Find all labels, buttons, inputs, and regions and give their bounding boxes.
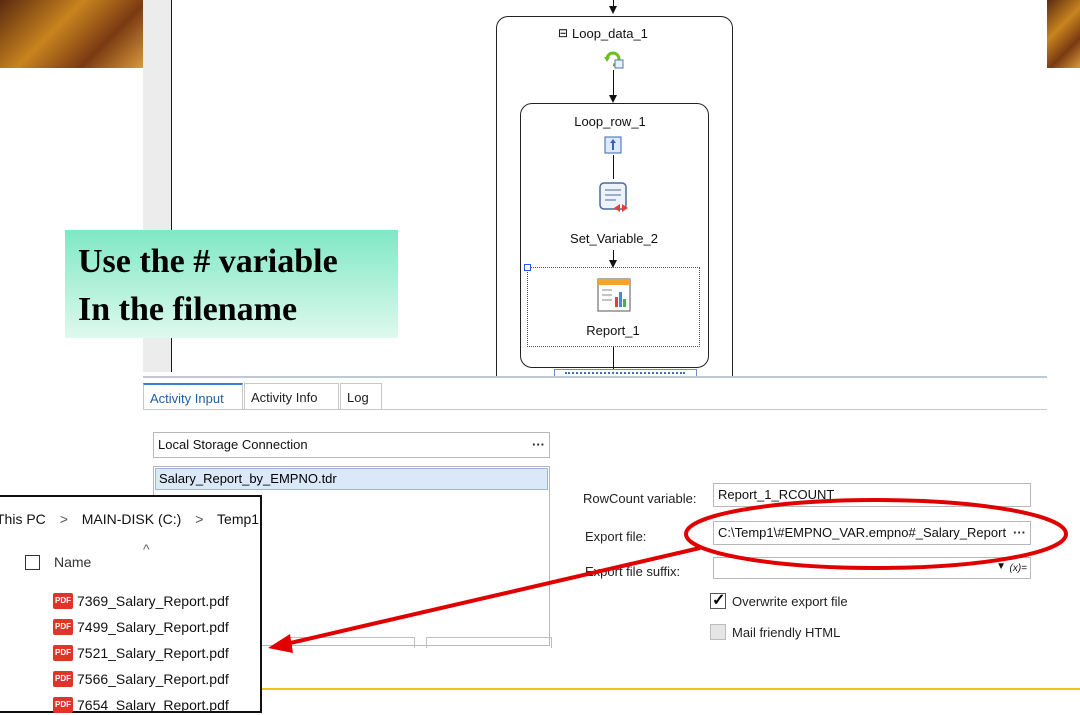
- overwrite-label: Overwrite export file: [732, 594, 848, 609]
- export-file-browse-button[interactable]: ···: [1011, 522, 1026, 544]
- pdf-icon: PDF: [53, 645, 73, 661]
- fx-button[interactable]: (x)=: [1010, 558, 1028, 578]
- export-file-value: C:\Temp1\#EMPNO_VAR.empno#_Salary_Report: [718, 525, 1007, 540]
- connection-browse-button[interactable]: ···: [532, 433, 545, 457]
- export-suffix-select[interactable]: ▼ (x)=: [713, 557, 1031, 579]
- selection-handle[interactable]: [524, 264, 531, 271]
- rowcount-label: RowCount variable:: [583, 491, 697, 506]
- tab-baseline: [143, 409, 1047, 410]
- pdf-icon: PDF: [53, 593, 73, 609]
- file-name: 7499_Salary_Report.pdf: [77, 619, 229, 635]
- file-row[interactable]: PDF 7566_Salary_Report.pdf: [53, 669, 229, 689]
- mail-friendly-label: Mail friendly HTML: [732, 625, 841, 640]
- breadcrumb-separator: >: [195, 511, 204, 527]
- select-all-checkbox[interactable]: [25, 555, 40, 570]
- list-button[interactable]: [289, 637, 415, 648]
- tab-log[interactable]: Log: [340, 383, 382, 410]
- file-row[interactable]: PDF 7654_Salary_Report.pdf: [53, 695, 229, 715]
- breadcrumb-disk[interactable]: MAIN-DISK (C:): [82, 511, 182, 527]
- callout-box: Use the # variable In the filename: [65, 230, 398, 338]
- connection-value: Local Storage Connection: [158, 437, 308, 452]
- overwrite-checkbox[interactable]: ✓: [710, 592, 726, 609]
- sort-indicator: ^: [143, 541, 150, 557]
- check-icon: ✓: [712, 592, 726, 609]
- file-name: 7566_Salary_Report.pdf: [77, 671, 229, 687]
- flow-arrow: [609, 6, 617, 14]
- loop-row-label: Loop_row_1: [574, 114, 646, 129]
- pdf-icon: PDF: [53, 671, 73, 687]
- collapse-icon[interactable]: ⊟: [558, 26, 568, 40]
- column-header-name[interactable]: Name: [54, 554, 91, 570]
- flow-line: [613, 155, 614, 179]
- flow-arrow: [609, 95, 617, 103]
- file-explorer-window: This PC > MAIN-DISK (C:) > Temp1 ^ Name …: [0, 495, 262, 713]
- export-file-input[interactable]: C:\Temp1\#EMPNO_VAR.empno#_Salary_Report…: [713, 521, 1031, 545]
- callout-line-2: In the filename: [78, 291, 298, 328]
- export-suffix-label: Export file suffix:: [585, 564, 681, 579]
- pdf-icon: PDF: [53, 697, 73, 713]
- file-name: 7369_Salary_Report.pdf: [77, 593, 229, 609]
- mail-friendly-checkbox[interactable]: [710, 624, 726, 640]
- photo-corner-left: [0, 0, 143, 68]
- panel-separator: [143, 376, 1047, 378]
- file-name: 7521_Salary_Report.pdf: [77, 645, 229, 661]
- file-row[interactable]: PDF 7369_Salary_Report.pdf: [53, 591, 229, 611]
- tab-activity-input[interactable]: Activity Input: [143, 383, 243, 410]
- breadcrumb-separator: >: [59, 511, 68, 527]
- file-row[interactable]: PDF 7499_Salary_Report.pdf: [53, 617, 229, 637]
- breadcrumb: This PC > MAIN-DISK (C:) > Temp1: [0, 511, 259, 527]
- flow-line: [613, 70, 614, 96]
- breadcrumb-this-pc[interactable]: This PC: [0, 511, 46, 527]
- tab-activity-info[interactable]: Activity Info: [244, 383, 339, 410]
- file-name: 7654_Salary_Report.pdf: [77, 697, 229, 713]
- row-icon[interactable]: [604, 136, 622, 154]
- rowcount-input[interactable]: Report_1_RCOUNT: [713, 483, 1031, 507]
- breadcrumb-folder[interactable]: Temp1: [217, 511, 259, 527]
- list-button[interactable]: [426, 637, 552, 648]
- photo-corner-right: [1047, 0, 1080, 68]
- loop-icon[interactable]: [602, 48, 626, 70]
- set-variable-icon[interactable]: [594, 180, 634, 218]
- loop-data-label: Loop_data_1: [572, 26, 648, 41]
- splitter-dots: [565, 372, 685, 375]
- report-icon[interactable]: [596, 277, 632, 313]
- export-file-label: Export file:: [585, 529, 647, 544]
- report-label: Report_1: [586, 323, 640, 338]
- list-item[interactable]: Salary_Report_by_EMPNO.tdr: [155, 468, 548, 490]
- connection-field[interactable]: Local Storage Connection ···: [153, 432, 550, 458]
- footer-accent-line: [262, 688, 1080, 690]
- callout-line-1: Use the # variable: [78, 243, 338, 280]
- pdf-icon: PDF: [53, 619, 73, 635]
- file-row[interactable]: PDF 7521_Salary_Report.pdf: [53, 643, 229, 663]
- chevron-down-icon[interactable]: ▼: [996, 558, 1006, 578]
- set-variable-label: Set_Variable_2: [570, 231, 658, 246]
